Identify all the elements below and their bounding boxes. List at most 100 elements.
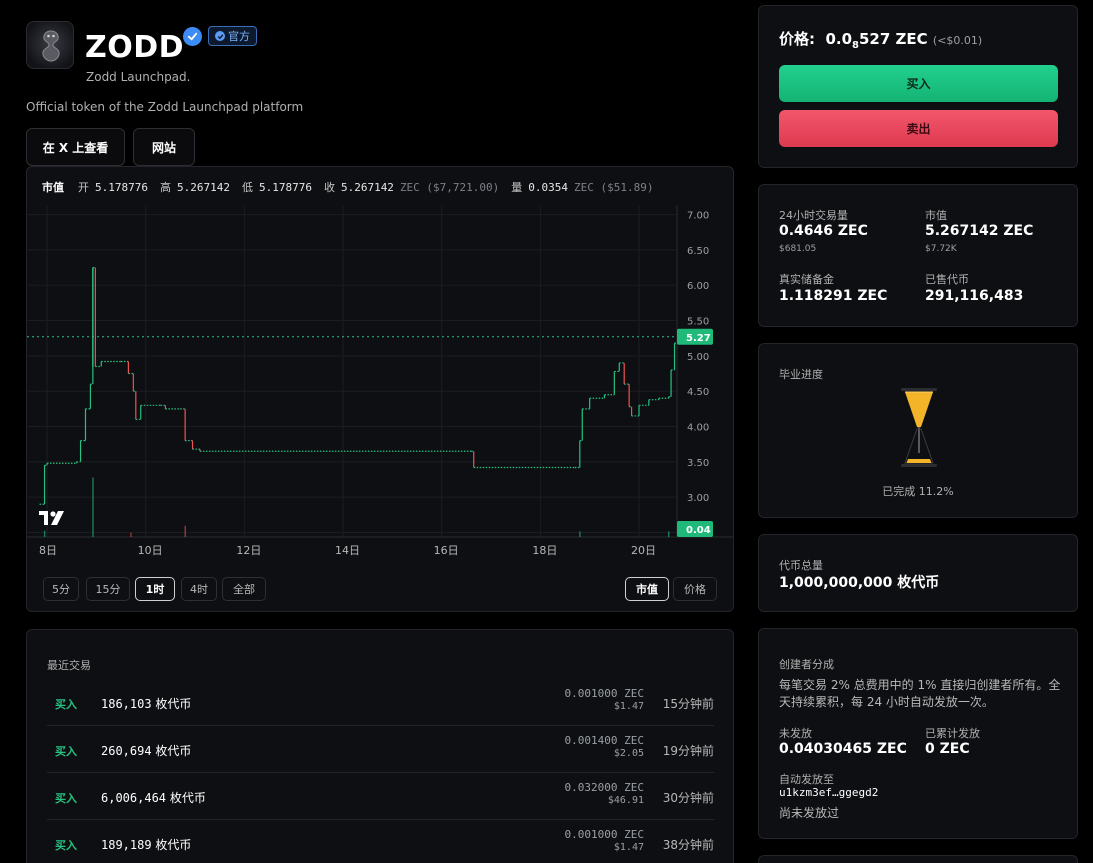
price-label: 价格: <box>779 30 815 48</box>
y-tick-label: 4.00 <box>687 423 709 434</box>
x-tick-label: 10日 <box>138 544 163 557</box>
trade-row[interactable]: 买入 189,189 枚代币 0.001000 ZEC $1.47 38分钟前 <box>47 820 714 863</box>
last-price-tag-text: 5.27 <box>686 333 711 344</box>
open-label: 开 <box>78 181 89 194</box>
website-button[interactable]: 网站 <box>133 128 195 166</box>
chart-panel: 市值 开 5.178776 高 5.267142 低 5.178776 收 5.… <box>26 166 734 612</box>
x-tick-label: 16日 <box>434 544 459 557</box>
volume-bar <box>668 531 670 537</box>
graduation-progress-text: 已完成 11.2% <box>882 485 954 498</box>
trade-usd: $1.47 <box>613 842 644 853</box>
trade-amount-number: 186,103 <box>101 697 152 711</box>
trade-usd: $46.91 <box>607 795 644 806</box>
mode-price-button[interactable]: 价格 <box>673 577 717 601</box>
token-logo <box>26 21 74 69</box>
price-prefix: 0.0 <box>825 30 853 48</box>
trade-usd: $1.47 <box>613 701 644 712</box>
creator-share-title: 创建者分成 <box>779 658 834 671</box>
trade-row[interactable]: 买入 186,103 枚代币 0.001000 ZEC $1.47 15分钟前 <box>47 679 714 726</box>
y-tick-label: 5.00 <box>687 352 709 363</box>
unpaid-value: 0.04030465 ZEC <box>779 741 907 757</box>
volume-unit: ZEC ($51.89) <box>574 180 654 194</box>
supply-value: 1,000,000,000 枚代币 <box>779 575 940 591</box>
creator-share-card: 创建者分成 每笔交易 2% 总费用中的 1% 直接归创建者所有。全天持续累积，每… <box>758 628 1078 839</box>
supply-card: 代币总量 1,000,000,000 枚代币 <box>758 534 1078 612</box>
reserve-label: 真实储备金 <box>779 273 834 286</box>
trade-row[interactable]: 买入 6,006,464 枚代币 0.032000 ZEC $46.91 30分钟前 <box>47 773 714 820</box>
token-name: ZODD <box>85 30 185 65</box>
unpaid-label: 未发放 <box>779 727 812 740</box>
volume-bar <box>130 532 132 537</box>
open-value: 5.178776 <box>95 180 148 194</box>
trade-zec: 0.032000 ZEC <box>564 781 644 794</box>
trade-zec: 0.001000 ZEC <box>564 828 644 841</box>
trade-amount: 189,189 枚代币 <box>101 836 191 853</box>
sold-label: 已售代币 <box>925 273 969 286</box>
timeframe-button[interactable]: 1时 <box>135 577 175 601</box>
price-chart[interactable]: 7.006.506.005.505.004.504.003.503.002.50… <box>27 205 733 571</box>
trade-amount-number: 189,189 <box>101 838 152 852</box>
buy-button[interactable]: 买入 <box>779 65 1058 102</box>
x-tick-label: 20日 <box>631 544 656 557</box>
token-subtitle: Zodd Launchpad. <box>86 70 191 84</box>
volume-24h-label: 24小时交易量 <box>779 209 848 222</box>
y-tick-label: 5.50 <box>687 317 709 328</box>
trade-amount-number: 260,694 <box>101 744 152 758</box>
not-yet-paid-text: 尚未发放过 <box>779 806 840 820</box>
recent-trades-panel: 最近交易 买入 186,103 枚代币 0.001000 ZEC $1.47 15分钟前… <box>26 629 734 863</box>
volume-bar <box>184 525 186 537</box>
y-tick-label: 3.50 <box>687 458 709 469</box>
market-cap-value: 5.267142 ZEC <box>925 223 1034 239</box>
timeframe-button[interactable]: 5分 <box>43 577 79 601</box>
trade-amount-unit: 枚代币 <box>169 791 206 805</box>
y-tick-label: 4.50 <box>687 387 709 398</box>
trade-amount-number: 6,006,464 <box>101 791 167 805</box>
trade-type: 买入 <box>55 792 77 805</box>
volume-label: 量 <box>511 181 523 194</box>
graduation-card: 毕业进度 已完成 11.2% <box>758 343 1078 518</box>
y-tick-label: 6.00 <box>687 281 709 292</box>
token-description: Official token of the Zodd Launchpad pla… <box>26 100 304 114</box>
auto-payout-label: 自动发放至 <box>779 773 834 786</box>
ohlc-bar: 市值 开 5.178776 高 5.267142 低 5.178776 收 5.… <box>42 179 654 195</box>
price-display: 价格: 0.08527 ZEC (<$0.01) <box>779 28 982 51</box>
timeframe-button[interactable]: 全部 <box>222 577 266 601</box>
price-subscript: 8 <box>852 40 859 51</box>
timeframe-button[interactable]: 4时 <box>181 577 217 601</box>
hourglass-icon <box>901 388 937 467</box>
trade-usd: $2.05 <box>613 748 644 759</box>
recent-trades-title: 最近交易 <box>47 659 91 672</box>
sell-button[interactable]: 卖出 <box>779 110 1058 147</box>
close-label: 收 <box>323 181 335 194</box>
x-tick-label: 18日 <box>532 544 557 557</box>
low-label: 低 <box>241 181 253 194</box>
trade-zec: 0.001000 ZEC <box>564 687 644 700</box>
volume-bar <box>43 530 46 537</box>
volume-tag-text: 0.04 <box>686 525 711 536</box>
stats-card: 24小时交易量 0.4646 ZEC $681.05 市值 5.267142 Z… <box>758 184 1078 327</box>
mode-market-cap-button[interactable]: 市值 <box>625 577 669 601</box>
volume-bar <box>92 477 94 537</box>
trade-row[interactable]: 买入 260,694 枚代币 0.001400 ZEC $2.05 19分钟前 <box>47 726 714 773</box>
trade-amount: 6,006,464 枚代币 <box>101 789 206 806</box>
creator-share-desc: 每笔交易 2% 总费用中的 1% 直接归创建者所有。全天持续累积，每 24 小时… <box>779 678 1061 709</box>
trade-zec: 0.001400 ZEC <box>564 734 644 747</box>
view-on-x-button[interactable]: 在 X 上查看 <box>26 128 125 166</box>
ohlc-title: 市值 <box>42 181 64 194</box>
trade-time: 30分钟前 <box>662 791 714 805</box>
high-label: 高 <box>159 181 171 194</box>
close-value: 5.267142 <box>340 180 394 194</box>
timeframe-button[interactable]: 15分 <box>86 577 130 601</box>
y-tick-label: 6.50 <box>687 246 709 257</box>
official-badge-label: 官方 <box>228 30 250 43</box>
low-value: 5.178776 <box>258 180 312 194</box>
plot-background <box>27 205 677 537</box>
payout-address[interactable]: u1kzm3ef…ggegd2 <box>779 786 878 799</box>
trade-amount-unit: 枚代币 <box>155 744 192 758</box>
trade-card: 价格: 0.08527 ZEC (<$0.01) 买入 卖出 <box>758 5 1078 168</box>
trade-amount-unit: 枚代币 <box>155 697 192 711</box>
volume-value: 0.0354 <box>528 180 569 194</box>
volume-bar <box>579 531 581 537</box>
high-value: 5.267142 <box>176 180 230 194</box>
graduation-label: 毕业进度 <box>779 368 823 381</box>
